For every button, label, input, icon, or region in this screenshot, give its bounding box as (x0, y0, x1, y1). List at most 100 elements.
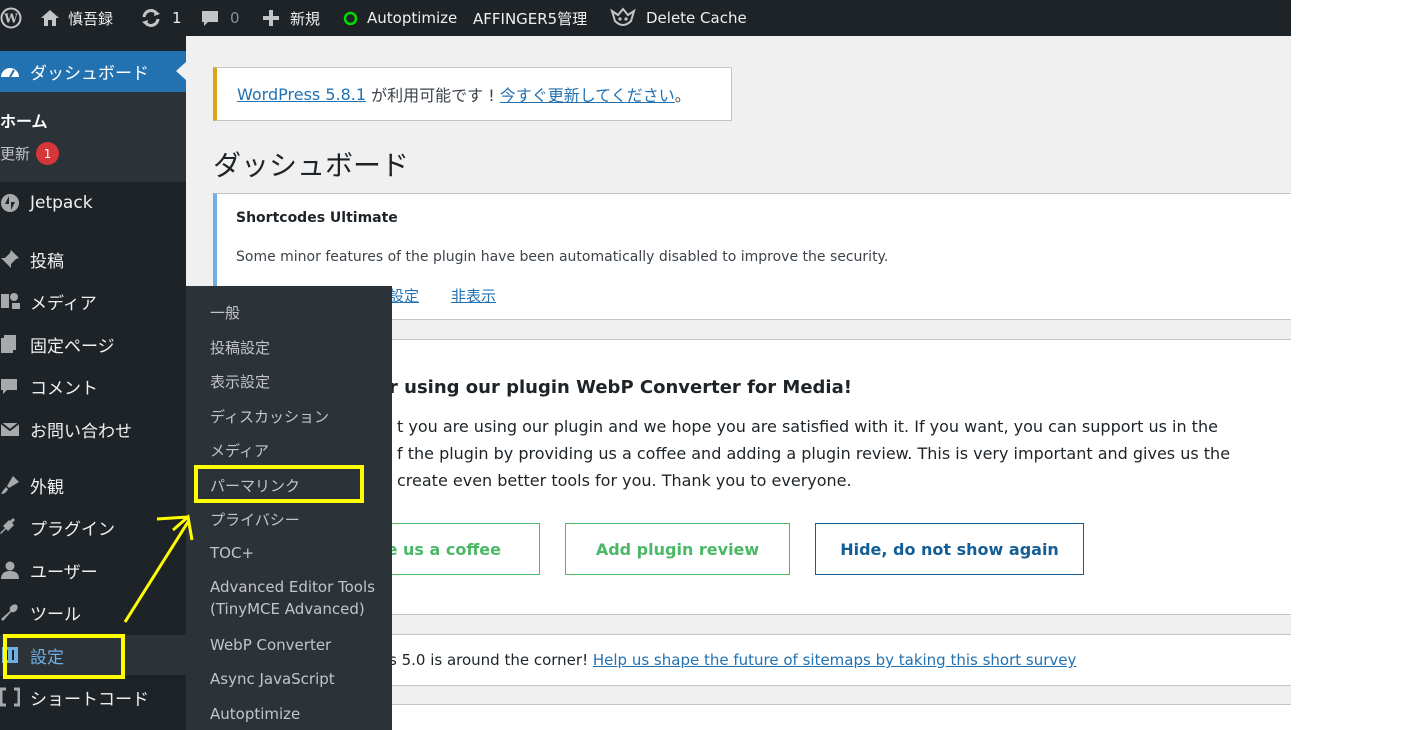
add-plugin-review-button[interactable]: Add plugin review (565, 523, 790, 575)
comment-icon (200, 8, 220, 28)
affinger-label: AFFINGER5管理 (473, 9, 588, 28)
plus-icon (262, 9, 280, 27)
updates-icon (140, 8, 162, 28)
flyout-item-reading[interactable]: 表示設定 (210, 371, 270, 392)
sidebar-label-jetpack: Jetpack (30, 193, 93, 213)
submenu-updates-label: 更新 (0, 145, 31, 163)
flyout-item-writing[interactable]: 投稿設定 (210, 337, 270, 358)
su-hide-link[interactable]: 非表示 (451, 285, 496, 306)
updates-count: 1 (172, 9, 182, 27)
pages-icon (0, 334, 30, 354)
svg-text:W: W (3, 12, 18, 26)
media-icon (0, 291, 30, 311)
sidebar-item-posts[interactable]: 投稿 (0, 239, 186, 279)
jetpack-icon (0, 193, 30, 213)
webp-notice-line2: f the plugin by providing us a coffee an… (397, 444, 1231, 463)
highlight-box-settings (3, 634, 125, 679)
flyout-item-advanced-editor-tools[interactable]: Advanced Editor Tools (210, 578, 375, 596)
comments-count: 0 (230, 9, 240, 27)
sidebar-label-comments: コメント (30, 378, 98, 399)
site-name-link[interactable]: 慎吾録 (40, 0, 113, 36)
flyout-item-media[interactable]: メディア (210, 440, 269, 461)
highlight-box-permalink (194, 465, 364, 503)
plugin-icon (0, 517, 30, 537)
wrench-icon (0, 602, 30, 622)
page-title: ダッシュボード (213, 149, 410, 182)
flyout-item-async-javascript[interactable]: Async JavaScript (210, 670, 335, 688)
flyout-item-discussion[interactable]: ディスカッション (210, 406, 329, 427)
comments-link[interactable]: 0 (200, 0, 240, 36)
updates-link[interactable]: 1 (140, 0, 182, 36)
su-settings-link[interactable]: 設定 (389, 285, 419, 306)
autoptimize-link[interactable]: Autoptimize (343, 0, 457, 36)
admin-bar: W 慎吾録 1 0 新規 Autoptimize AFFINGER5管理 Del… (0, 0, 1291, 36)
sidebar-label-tools: ツール (30, 604, 81, 625)
update-notice-end: 。 (674, 86, 691, 105)
hide-notice-button[interactable]: Hide, do not show again (815, 523, 1084, 575)
sidebar-item-contact[interactable]: お問い合わせ (0, 409, 186, 449)
mail-icon (0, 419, 30, 439)
update-count-badge: 1 (36, 142, 60, 165)
update-now-link[interactable]: 今すぐ更新してください (500, 82, 675, 106)
new-content-link[interactable]: 新規 (262, 0, 320, 36)
sidebar-item-tools[interactable]: ツール (0, 592, 186, 632)
affinger-link[interactable]: AFFINGER5管理 (473, 0, 587, 36)
site-name: 慎吾録 (68, 9, 114, 28)
user-icon (0, 560, 30, 580)
webp-notice-line3: create even better tools for you. Thank … (397, 471, 852, 490)
status-circle-icon (343, 11, 358, 26)
sidebar-item-media[interactable]: メディア (0, 281, 186, 321)
home-icon (40, 8, 60, 28)
sidebar-label-contact: お問い合わせ (30, 421, 132, 442)
sitemap-notice-text: s 5.0 is around the corner! (389, 651, 593, 669)
sidebar-item-appearance[interactable]: 外観 (0, 465, 186, 505)
su-notice-title: Shortcodes Ultimate (236, 210, 398, 226)
update-notice-text: が利用可能です ! (366, 86, 500, 105)
sidebar-label-appearance: 外観 (30, 477, 64, 498)
sidebar-item-users[interactable]: ユーザー (0, 550, 186, 590)
sidebar-label-users: ユーザー (30, 562, 98, 583)
su-notice-body: Some minor features of the plugin have b… (236, 249, 889, 265)
comment-icon (0, 376, 30, 396)
sidebar-item-shortcodes[interactable]: ショートコード (0, 677, 186, 717)
settings-flyout-menu: 一般 投稿設定 表示設定 ディスカッション メディア パーマリンク プライバシー… (186, 286, 392, 730)
provide-coffee-label: de us a coffee (375, 539, 501, 559)
hide-notice-label: Hide, do not show again (840, 539, 1059, 559)
sidebar-label-shortcodes: ショートコード (30, 689, 149, 710)
sidebar-item-pages[interactable]: 固定ページ (0, 324, 186, 364)
sidebar-label-dashboard: ダッシュボード (30, 64, 149, 84)
webp-notice-line1: t you are using our plugin and we hope y… (397, 417, 1218, 436)
flyout-item-toc[interactable]: TOC+ (210, 544, 254, 562)
flyout-item-privacy[interactable]: プライバシー (210, 509, 300, 530)
sidebar-item-dashboard[interactable]: ダッシュボード (0, 51, 186, 92)
sidebar-item-comments[interactable]: コメント (0, 366, 186, 406)
brush-icon (0, 475, 30, 495)
flyout-item-tinymce-advanced[interactable]: (TinyMCE Advanced) (210, 600, 365, 618)
cache-icon (610, 7, 636, 29)
sidebar-item-jetpack[interactable]: Jetpack (0, 183, 186, 223)
autoptimize-label: Autoptimize (367, 9, 458, 27)
sidebar-label-plugins: プラグイン (30, 519, 115, 540)
webp-notice-title: r using our plugin WebP Converter for Me… (389, 377, 852, 398)
submenu-home[interactable]: ホーム (0, 108, 48, 132)
wordpress-logo-icon[interactable]: W (0, 0, 22, 36)
settings-arrow (176, 646, 186, 664)
sidebar-label-posts: 投稿 (30, 251, 64, 272)
update-notice: WordPress 5.8.1 が利用可能です ! 今すぐ更新してください 。 (213, 67, 732, 121)
dashboard-submenu: ホーム 更新 1 (0, 92, 186, 182)
submenu-updates[interactable]: 更新 1 (0, 142, 60, 165)
sidebar-label-pages: 固定ページ (30, 336, 115, 357)
flyout-item-general[interactable]: 一般 (210, 302, 240, 323)
sidebar-item-plugins[interactable]: プラグイン (0, 507, 186, 547)
admin-sidebar: ダッシュボード ホーム 更新 1 Jetpack 投稿 メディア 固定ページ コ… (0, 36, 186, 730)
new-label: 新規 (290, 9, 321, 28)
delete-cache-link[interactable]: Delete Cache (610, 0, 747, 36)
flyout-item-autoptimize[interactable]: Autoptimize (210, 705, 300, 723)
provide-coffee-button[interactable]: de us a coffee (366, 523, 540, 575)
add-review-label: Add plugin review (595, 539, 760, 559)
delete-cache-label: Delete Cache (646, 9, 747, 27)
pin-icon (0, 249, 30, 269)
wordpress-version-link[interactable]: WordPress 5.8.1 (237, 85, 366, 104)
flyout-item-webp-converter[interactable]: WebP Converter (210, 636, 331, 654)
sitemap-survey-link[interactable]: Help us shape the future of sitemaps by … (593, 651, 1077, 669)
